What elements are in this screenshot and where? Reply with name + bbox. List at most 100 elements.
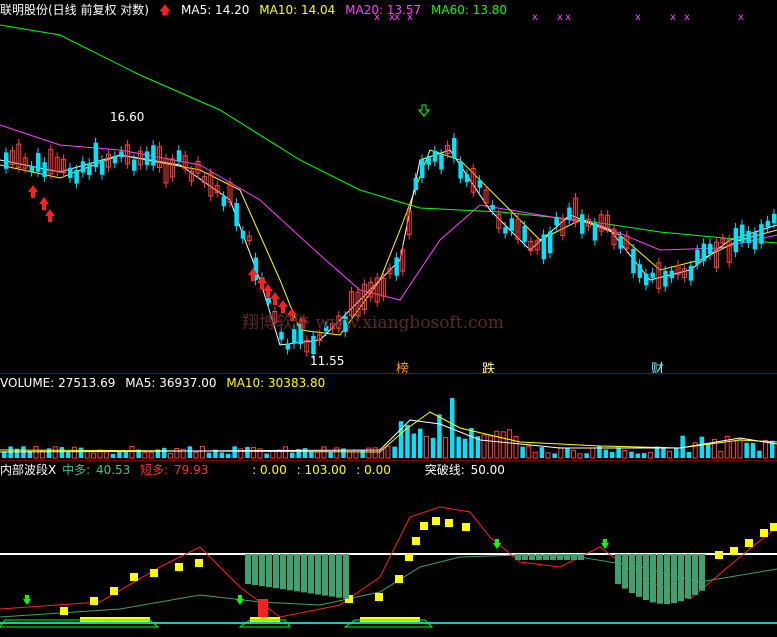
green-signal-bar [259, 554, 265, 587]
candle-body [176, 150, 182, 162]
volume-bar [590, 447, 596, 459]
green-signal-bar [245, 554, 251, 584]
volume-bar [206, 452, 212, 458]
green-signal-bar [564, 554, 570, 560]
volume-bar [199, 445, 205, 459]
signal-x-marker: x [407, 12, 413, 23]
volume-bar [616, 447, 621, 458]
volume-header: VOLUME: 27513.69 MA5: 36937.00 MA10: 303… [0, 375, 331, 391]
volume-readout: VOLUME: 27513.69 [0, 376, 116, 390]
volume-chart-canvas[interactable] [0, 390, 777, 460]
value-2: : 103.00 [296, 463, 347, 477]
yellow-signal-bar [462, 523, 470, 531]
green-signal-bar [557, 554, 563, 560]
candle-body [650, 272, 655, 278]
green-signal-bar [329, 554, 335, 597]
volume-bar [610, 452, 615, 458]
volume-bar [507, 429, 513, 459]
candle-body [580, 214, 585, 234]
yellow-signal-bar [420, 522, 428, 530]
yellow-signal-bar [730, 547, 738, 555]
volume-bar [110, 453, 116, 458]
volume-bar [526, 445, 532, 459]
volume-bar [622, 449, 628, 459]
buy-arrow-icon [270, 292, 280, 305]
volume-bar [763, 439, 769, 459]
green-signal-bar [629, 554, 635, 593]
candle-body [439, 154, 444, 170]
green-signal-bar [650, 554, 656, 603]
candle-body [100, 160, 105, 175]
volume-bar [385, 445, 391, 459]
candle-body [240, 230, 246, 239]
yellow-signal-bar [60, 607, 68, 615]
volume-chart[interactable] [0, 390, 777, 460]
signal-x-marker: x [635, 12, 641, 23]
green-signal-bar [529, 554, 535, 560]
volume-bar [91, 452, 97, 459]
candle-body [490, 205, 495, 210]
volume-bar [757, 450, 762, 458]
value-1: : 0.00 [252, 463, 287, 477]
volume-bar [328, 452, 333, 458]
volume-bar [558, 447, 564, 459]
indicator-chart[interactable] [0, 477, 777, 637]
signal-x-marker: x [670, 12, 676, 23]
candle-body [144, 151, 150, 166]
event-label-bang[interactable]: 榜 [396, 358, 409, 377]
high-price-label: 16.60 [110, 110, 145, 124]
volume-bar [418, 428, 423, 458]
green-signal-bar [273, 554, 279, 589]
green-signal-bar [336, 554, 342, 598]
volume-bar [372, 447, 378, 459]
volume-bar [462, 438, 468, 458]
signal-x-marker: x [565, 12, 571, 23]
candle-body [695, 249, 700, 265]
candle-body [541, 234, 547, 260]
volume-bar [584, 453, 589, 458]
candle-body [151, 145, 156, 166]
yellow-signal-bar [395, 575, 403, 583]
volume-bar [706, 444, 711, 458]
candle-body [752, 232, 758, 250]
green-down-arrow-icon [23, 595, 31, 605]
yellow-signal-bar [745, 539, 753, 547]
volume-bar [686, 451, 692, 458]
volume-bar [411, 433, 417, 458]
candle-body [669, 270, 675, 279]
volume-bar [129, 446, 135, 459]
ma60-line [0, 24, 777, 244]
volume-bar [103, 451, 109, 459]
signal-x-marker: x [557, 12, 563, 23]
volume-bar [539, 447, 545, 458]
candle-body [644, 273, 649, 286]
signal-x-marker: x [394, 12, 400, 23]
green-down-arrow-icon [236, 595, 244, 605]
volume-bar [117, 451, 122, 458]
candle-body [765, 220, 771, 228]
volume-bar [245, 446, 250, 458]
candle-body [458, 161, 463, 179]
candle-body [394, 257, 399, 276]
event-label-cai[interactable]: 财 [651, 358, 664, 377]
volume-bar [174, 448, 180, 459]
indicator-name[interactable]: 内部波段X [0, 463, 56, 477]
candle-body [112, 156, 118, 164]
candle-body [68, 167, 73, 178]
short-long-value: 79.93 [174, 463, 209, 477]
event-label-die[interactable]: 跌 [482, 358, 495, 377]
volume-bar [520, 446, 525, 458]
green-signal-bar [301, 554, 307, 593]
price-chart[interactable]: xxxxxxxxxxx 16.60 11.55 翔博软件 www.xiangbo… [0, 0, 777, 377]
indicator-chart-canvas[interactable] [0, 477, 777, 637]
candle-body [80, 161, 86, 173]
volume-bar [647, 451, 653, 459]
volume-bar [430, 437, 436, 458]
candle-body [42, 162, 47, 177]
candle-body [592, 223, 598, 241]
green-signal-bar [615, 554, 621, 584]
green-signal-bar [322, 554, 328, 596]
candle-body [119, 151, 124, 158]
yellow-signal-bar [760, 529, 768, 537]
candle-body [746, 231, 751, 244]
